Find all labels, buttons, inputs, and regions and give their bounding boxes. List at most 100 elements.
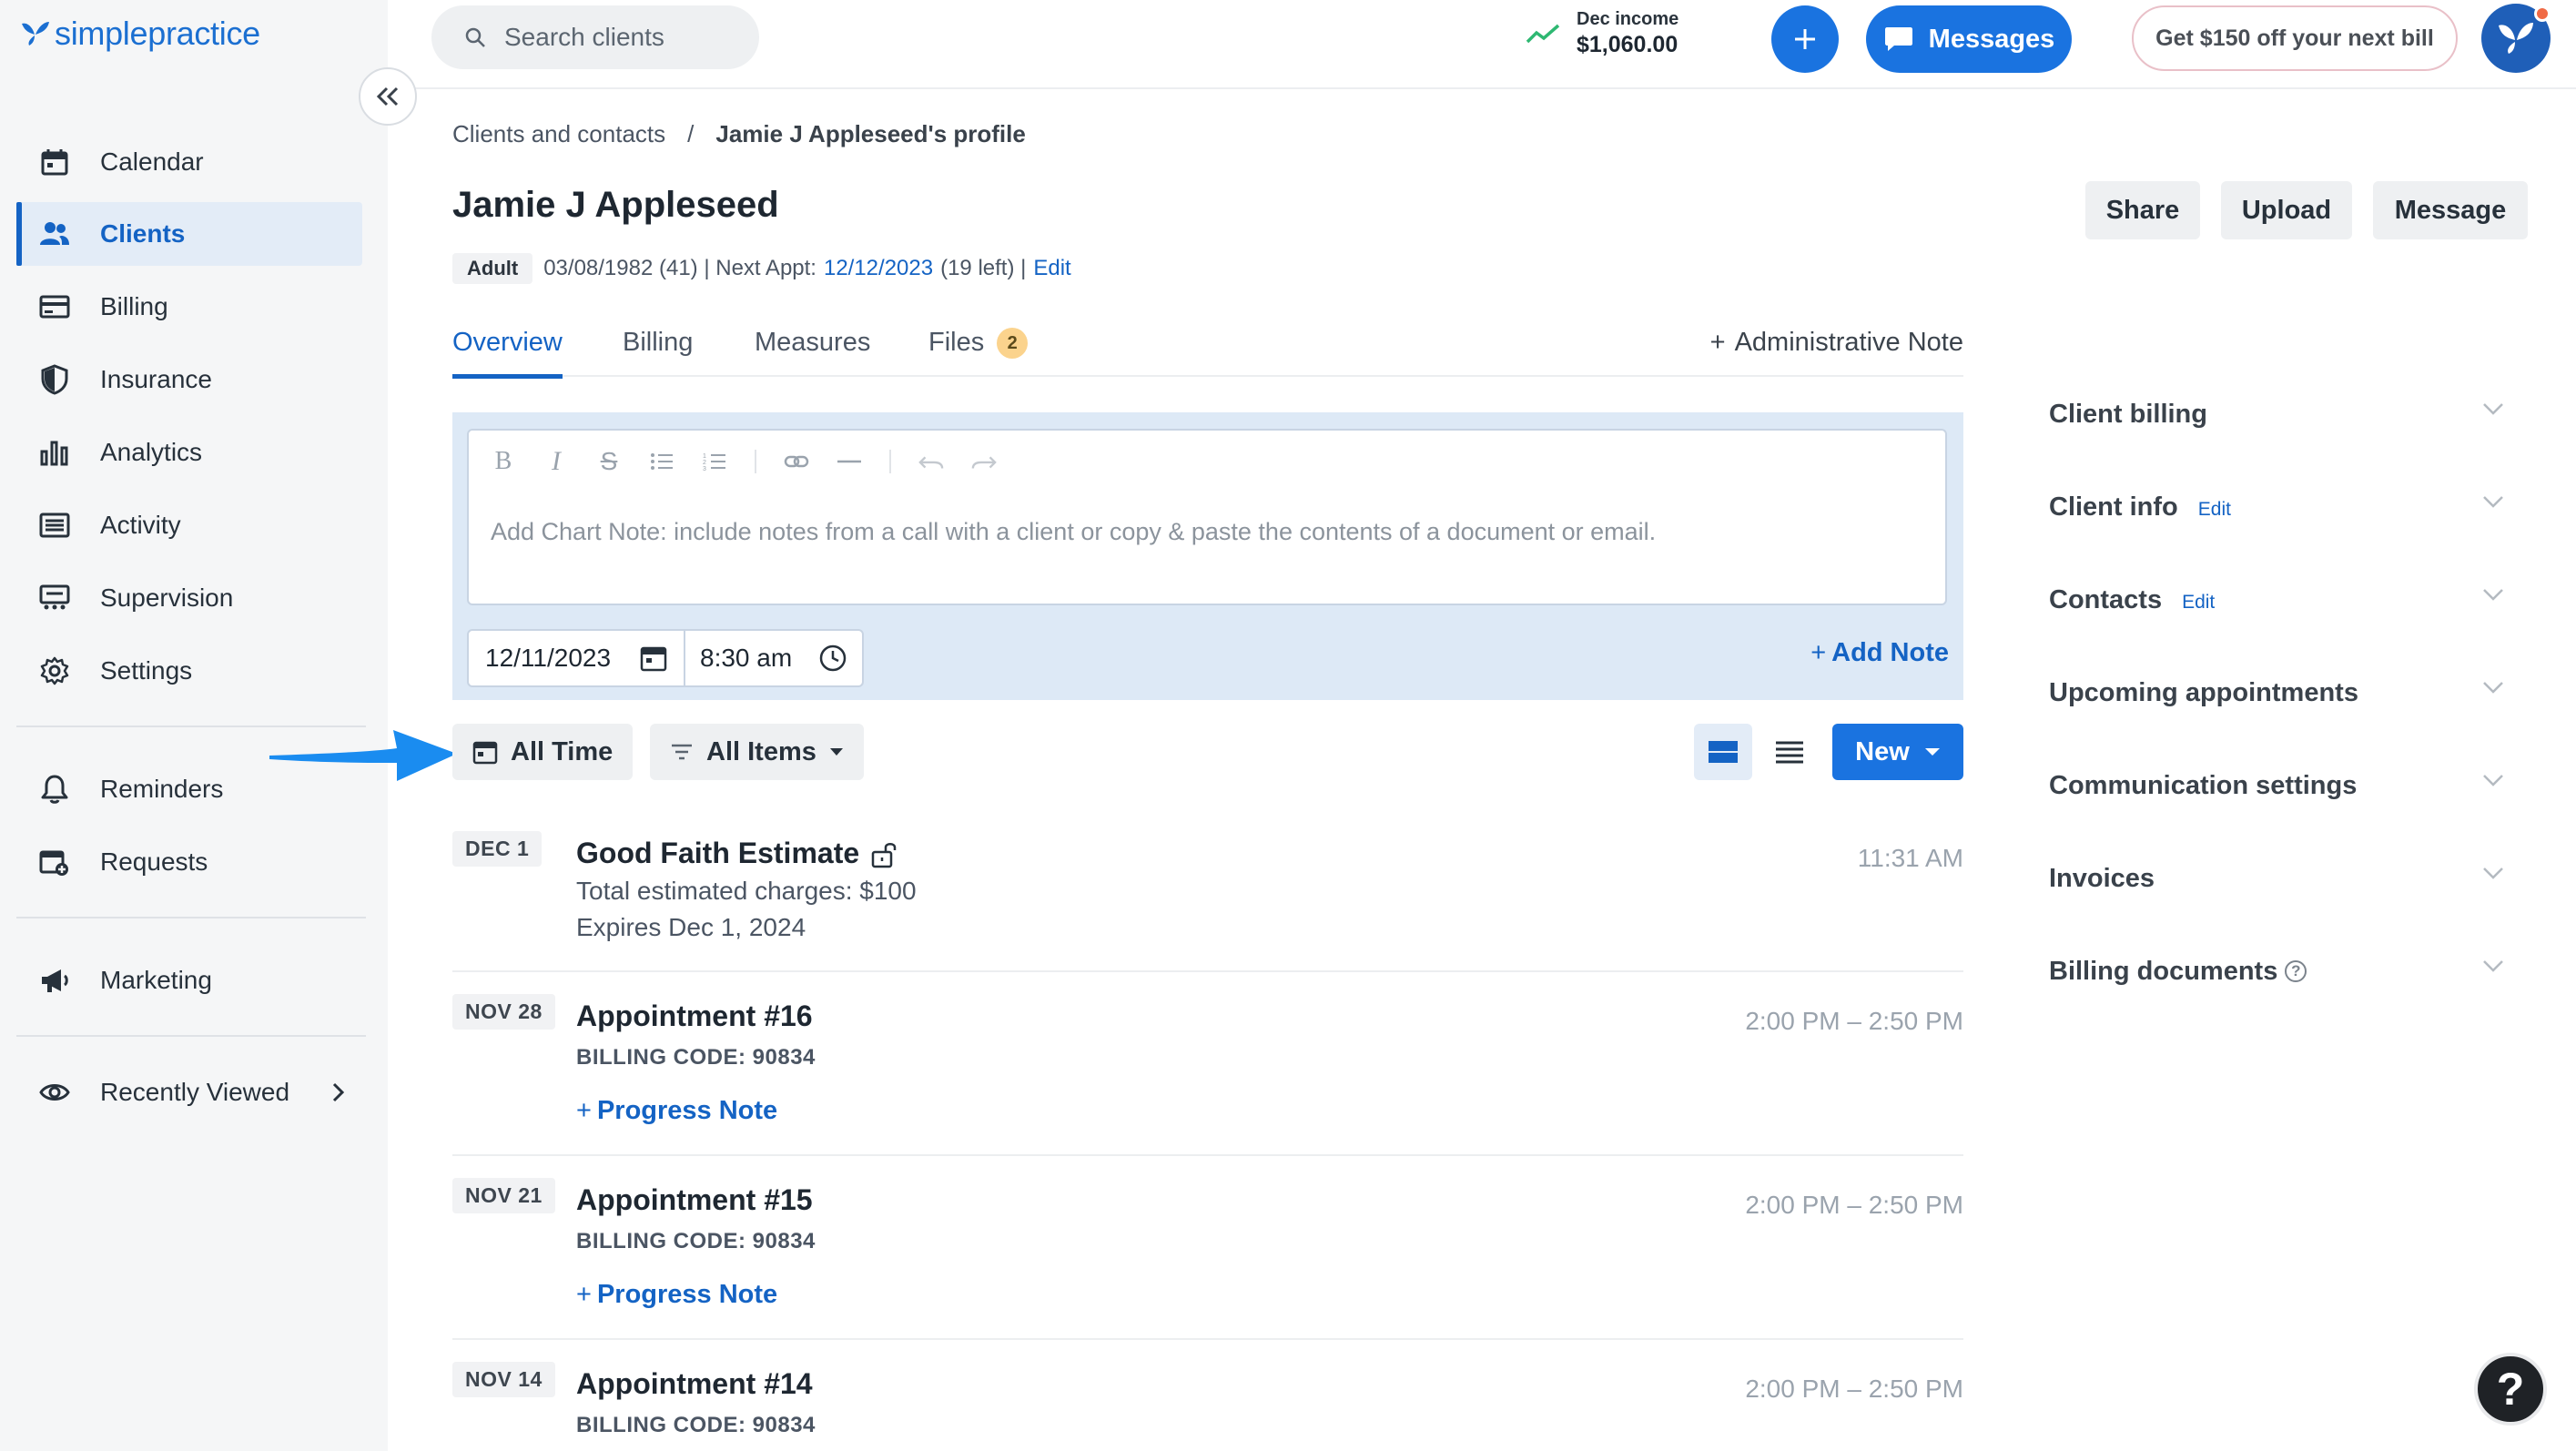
caret-down-icon xyxy=(1924,748,1940,756)
entry-title[interactable]: Good Faith Estimate xyxy=(576,837,899,870)
income-widget[interactable]: Dec income $1,060.00 xyxy=(1526,9,1678,58)
tab-billing[interactable]: Billing xyxy=(623,328,693,377)
entry-time: 2:00 PM – 2:50 PM xyxy=(1745,1007,1963,1035)
appointments-remaining: (19 left) | xyxy=(940,256,1027,280)
add-progress-note-link[interactable]: + Progress Note xyxy=(576,1096,777,1126)
profile-tabs: Overview Billing Measures Files 2 + Admi… xyxy=(452,320,1963,379)
sidebar-item-recently-viewed[interactable]: Recently Viewed xyxy=(16,1060,362,1124)
sidebar-item-calendar[interactable]: Calendar xyxy=(16,130,362,194)
sidebar-item-marketing[interactable]: Marketing xyxy=(16,949,362,1012)
sidebar-item-label: Insurance xyxy=(100,365,212,393)
next-appointment-link[interactable]: 12/12/2023 xyxy=(824,256,933,281)
income-label: Dec income xyxy=(1577,9,1679,29)
simplepractice-logo[interactable]: simplepractice xyxy=(20,15,260,53)
entry-time: 2:00 PM – 2:50 PM xyxy=(1745,1375,1963,1403)
sidebar-item-label: Settings xyxy=(100,656,193,685)
sidebar-item-supervision[interactable]: Supervision xyxy=(16,566,362,630)
breadcrumb-clients-link[interactable]: Clients and contacts xyxy=(452,120,665,148)
sidebar-item-label: Requests xyxy=(100,847,208,876)
sidebar-item-activity[interactable]: Activity xyxy=(16,493,362,557)
trend-up-icon xyxy=(1526,24,1560,44)
section-client-info[interactable]: Client info Edit xyxy=(2049,484,2504,530)
plus-icon: + xyxy=(576,1280,592,1309)
messages-button[interactable]: Messages xyxy=(1866,5,2072,73)
entry-title[interactable]: Appointment #15 xyxy=(576,1183,813,1217)
chevron-down-icon xyxy=(2483,868,2503,879)
administrative-note-button[interactable]: + Administrative Note xyxy=(1710,328,1963,358)
entry-title[interactable]: Appointment #16 xyxy=(576,999,813,1033)
toolbar-separator xyxy=(755,450,756,473)
upload-button[interactable]: Upload xyxy=(2221,181,2352,239)
collapse-sidebar-button[interactable] xyxy=(359,67,417,126)
all-items-filter-button[interactable]: All Items xyxy=(650,724,864,780)
card-view-toggle[interactable] xyxy=(1694,724,1752,780)
sidebar-item-insurance[interactable]: Insurance xyxy=(16,348,362,411)
chart-note-editor[interactable]: B I S 123 Add Chart Note: include notes … xyxy=(467,429,1947,605)
entry-title[interactable]: Appointment #14 xyxy=(576,1367,813,1401)
note-date-field[interactable]: 12/11/2023 xyxy=(467,629,685,687)
search-input[interactable] xyxy=(504,23,723,52)
entry-time: 2:00 PM – 2:50 PM xyxy=(1745,1191,1963,1219)
section-invoices[interactable]: Invoices xyxy=(2049,856,2504,901)
tab-files[interactable]: Files 2 xyxy=(928,328,1029,377)
butterfly-logo-icon xyxy=(22,22,49,46)
promo-button[interactable]: Get $150 off your next bill xyxy=(2132,5,2458,71)
message-button[interactable]: Message xyxy=(2373,181,2528,239)
bold-icon[interactable]: B xyxy=(491,447,516,475)
new-item-button[interactable]: New xyxy=(1832,724,1963,780)
entry-time: 11:31 AM xyxy=(1857,844,1963,872)
tab-measures[interactable]: Measures xyxy=(755,328,870,377)
entry-date-badge: NOV 28 xyxy=(452,994,555,1030)
numbered-list-icon[interactable]: 123 xyxy=(702,449,727,474)
italic-icon[interactable]: I xyxy=(543,446,569,476)
section-contacts[interactable]: Contacts Edit xyxy=(2049,577,2504,623)
search-bar[interactable] xyxy=(431,5,759,69)
link-icon[interactable] xyxy=(784,449,809,474)
strikethrough-icon[interactable]: S xyxy=(596,447,622,475)
edit-client-link[interactable]: Edit xyxy=(1033,256,1070,281)
sidebar-item-settings[interactable]: Settings xyxy=(16,639,362,703)
svg-text:1: 1 xyxy=(703,453,706,460)
add-progress-note-link[interactable]: + Progress Note xyxy=(576,1280,777,1310)
double-chevron-left-icon xyxy=(376,86,399,107)
breadcrumb-current: Jamie J Appleseed's profile xyxy=(715,120,1026,147)
sidebar-item-billing[interactable]: Billing xyxy=(16,275,362,339)
add-note-button[interactable]: + Add Note xyxy=(1810,638,1949,668)
create-button[interactable] xyxy=(1771,5,1839,73)
sidebar-item-analytics[interactable]: Analytics xyxy=(16,421,362,484)
tab-overview[interactable]: Overview xyxy=(452,328,563,379)
tab-label: Files xyxy=(928,328,985,357)
calendar-icon xyxy=(38,146,71,178)
redo-icon[interactable] xyxy=(971,449,997,474)
eye-icon xyxy=(38,1076,71,1109)
list-view-toggle[interactable] xyxy=(1760,724,1819,780)
entry-expiry: Expires Dec 1, 2024 xyxy=(576,913,806,941)
sidebar-item-requests[interactable]: Requests xyxy=(16,830,362,894)
all-time-filter-button[interactable]: All Time xyxy=(452,724,634,780)
gear-icon xyxy=(38,654,71,687)
section-upcoming-appointments[interactable]: Upcoming appointments xyxy=(2049,670,2504,715)
edit-client-info-link[interactable]: Edit xyxy=(2198,499,2231,521)
entry-charges: Total estimated charges: $100 xyxy=(576,877,917,905)
section-billing-documents[interactable]: Billing documents ? xyxy=(2049,949,2504,994)
help-button[interactable]: ? xyxy=(2474,1353,2547,1426)
entry-title-text: Good Faith Estimate xyxy=(576,837,860,869)
edit-contacts-link[interactable]: Edit xyxy=(2182,592,2215,614)
megaphone-icon xyxy=(38,964,71,997)
note-time-field[interactable]: 8:30 am xyxy=(684,629,864,687)
undo-icon[interactable] xyxy=(918,449,944,474)
arrow-annotation xyxy=(269,730,457,781)
timeline-entry: NOV 21 Appointment #15 BILLING CODE: 908… xyxy=(452,1178,1963,1340)
help-circle-icon[interactable]: ? xyxy=(2285,960,2307,982)
timeline-entry: NOV 28 Appointment #16 BILLING CODE: 908… xyxy=(452,994,1963,1156)
section-communication-settings[interactable]: Communication settings xyxy=(2049,763,2504,808)
entry-date-badge: NOV 21 xyxy=(452,1178,555,1213)
horizontal-rule-icon[interactable] xyxy=(837,449,862,474)
sidebar-item-clients[interactable]: Clients xyxy=(16,202,362,266)
bulleted-list-icon[interactable] xyxy=(649,449,674,474)
sidebar-item-label: Marketing xyxy=(100,966,212,994)
chevron-down-icon xyxy=(2483,589,2503,601)
svg-text:2: 2 xyxy=(703,460,706,466)
section-client-billing[interactable]: Client billing xyxy=(2049,391,2504,437)
share-button[interactable]: Share xyxy=(2085,181,2200,239)
